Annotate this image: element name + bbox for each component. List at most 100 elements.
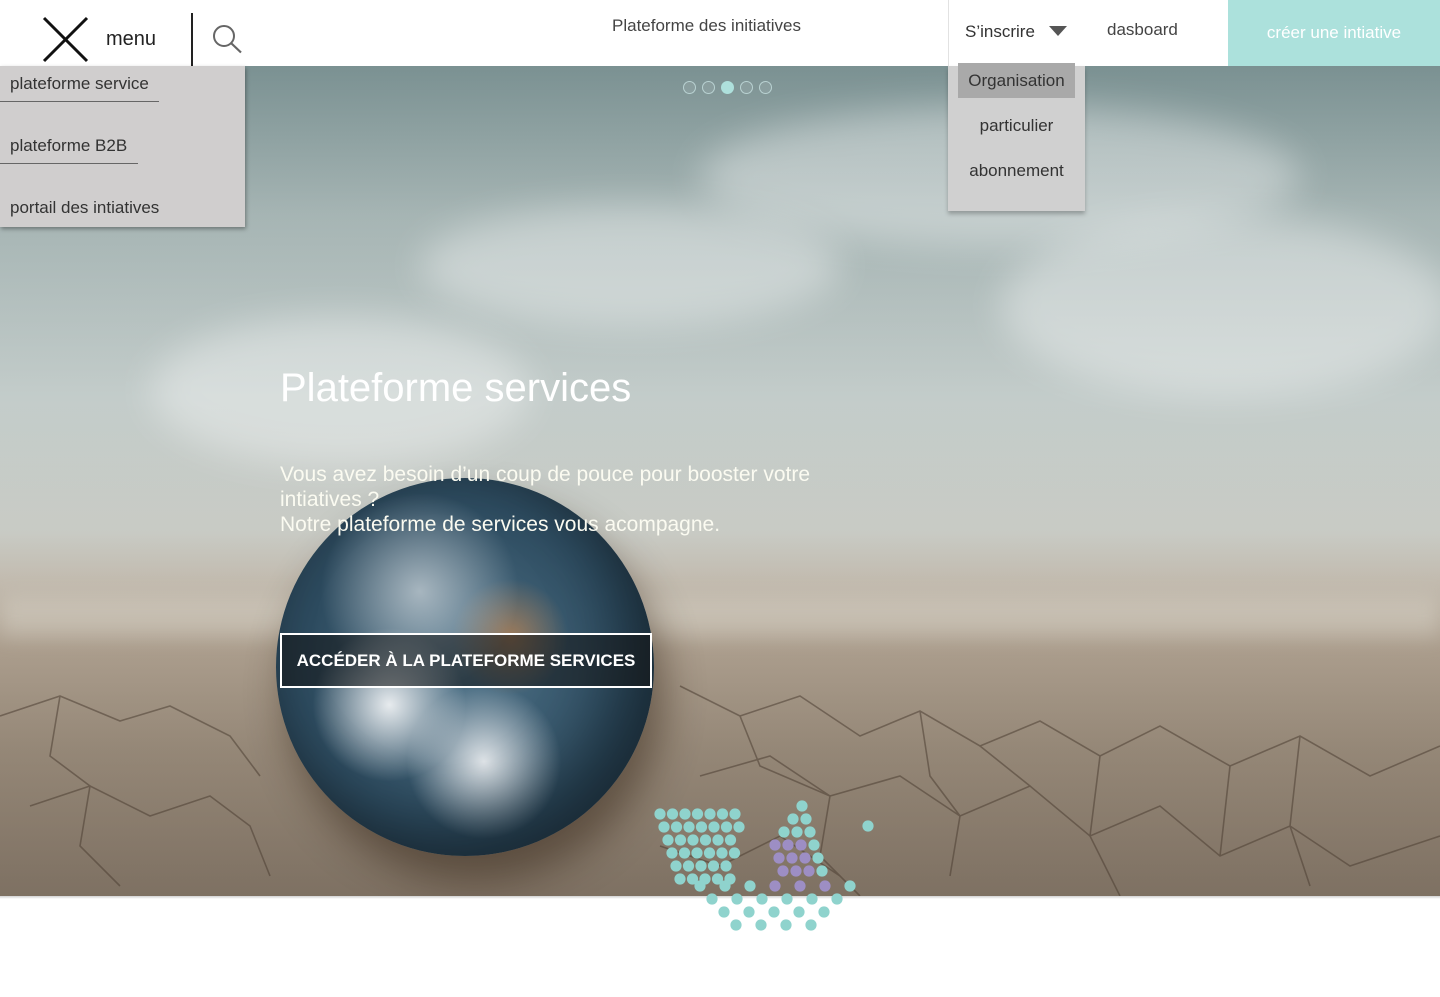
logo-dot — [786, 852, 798, 864]
logo-dot — [718, 906, 730, 918]
logo-dot — [795, 839, 807, 851]
logo-dot — [695, 860, 707, 872]
logo-dot — [670, 821, 683, 833]
header-divider — [191, 13, 193, 66]
side-menu-item-plateforme-service[interactable]: plateforme service — [10, 74, 149, 94]
logo-dot — [730, 919, 742, 931]
side-menu-underline — [0, 163, 138, 164]
signup-label: S’inscrire — [965, 22, 1035, 41]
logo-dot — [683, 821, 695, 833]
close-icon[interactable] — [40, 15, 90, 65]
slide-dot-1[interactable] — [683, 81, 696, 94]
logo-dot — [743, 906, 755, 918]
cloud — [1000, 216, 1440, 396]
logo-dot — [769, 880, 781, 892]
logo-dot — [862, 820, 874, 832]
logo-dot — [744, 880, 756, 892]
logo-dot — [793, 906, 805, 918]
access-services-button[interactable]: ACCÉDER À LA PLATEFORME SERVICES — [280, 633, 652, 688]
logo-dot — [716, 847, 728, 859]
logo-dot — [799, 852, 811, 864]
logo-dot — [666, 808, 679, 820]
signup-dropdown-menu: Organisation particulier abonnement — [948, 63, 1085, 211]
logo-dot — [816, 865, 828, 877]
logo-dot — [778, 826, 790, 838]
slide-dot-2[interactable] — [702, 81, 715, 94]
logo-dot — [662, 834, 674, 846]
logo-dot — [791, 826, 803, 838]
logo-dot — [679, 808, 691, 820]
logo-dot — [805, 919, 817, 931]
logo-dot — [731, 893, 743, 905]
logo-dot — [678, 847, 691, 859]
logo-dot — [720, 860, 732, 872]
logo-dot — [796, 800, 808, 812]
slide-dot-3[interactable] — [721, 81, 734, 94]
logo-dot — [670, 860, 682, 872]
logo-dot — [773, 852, 785, 864]
logo-dot — [800, 813, 812, 825]
side-menu-panel: plateforme service plateforme B2B portai… — [0, 66, 245, 227]
logo-dot — [756, 893, 768, 905]
logo-dot — [720, 821, 733, 833]
logo-dot — [695, 821, 708, 833]
hero-description: Vous avez besoin d’un coup de pouce pour… — [280, 462, 860, 537]
hero-description-line: Notre plateforme de services vous acompa… — [280, 513, 721, 536]
logo-dot — [706, 893, 718, 905]
logo-dot — [724, 834, 737, 846]
search-icon[interactable] — [211, 24, 243, 54]
logo-dot — [818, 906, 830, 918]
logo-dot — [694, 880, 706, 892]
logo-dot — [691, 808, 704, 820]
side-menu-underline — [0, 101, 159, 102]
logo-dot — [699, 834, 712, 846]
cloud — [420, 206, 840, 326]
logo-dot — [768, 906, 780, 918]
side-menu-item-plateforme-b2b[interactable]: plateforme B2B — [10, 136, 127, 156]
logo-dot — [707, 860, 720, 872]
logo-dot — [780, 919, 792, 931]
logo-dot — [804, 826, 816, 838]
logo-dot — [790, 865, 802, 877]
brand-logo-dots — [654, 800, 874, 931]
site-title: Plateforme des initiatives — [612, 16, 801, 35]
logo-dot — [803, 865, 815, 877]
dropdown-item-organisation[interactable]: Organisation — [958, 63, 1075, 98]
logo-dot — [682, 860, 695, 872]
slide-pager — [683, 81, 772, 94]
logo-dot — [755, 919, 767, 931]
logo-dot — [658, 821, 670, 833]
dropdown-item-particulier[interactable]: particulier — [958, 108, 1075, 143]
logo-dot — [781, 893, 793, 905]
logo-dot — [704, 808, 716, 820]
logo-dot — [812, 852, 824, 864]
logo-dot — [674, 834, 687, 846]
hero-description-line: Vous avez besoin d’un coup de pouce pour… — [280, 463, 811, 511]
side-menu-item-portail-initiatives[interactable]: portail des intiatives — [10, 198, 159, 218]
logo-dot — [703, 847, 716, 859]
caret-down-icon — [1049, 26, 1067, 36]
logo-dot — [691, 847, 703, 859]
logo-dot — [806, 893, 818, 905]
logo-dot — [666, 847, 678, 859]
top-header: menu Plateforme des initiatives S’inscri… — [0, 0, 1440, 66]
logo-dot — [808, 839, 820, 851]
logo-dot — [687, 834, 699, 846]
dashboard-link[interactable]: dasboard — [1107, 20, 1178, 40]
logo-dot — [769, 839, 781, 851]
create-initiative-button[interactable]: créer une intiative — [1228, 0, 1440, 66]
logo-dot — [819, 880, 831, 892]
menu-label[interactable]: menu — [106, 28, 156, 51]
logo-dot — [728, 847, 741, 859]
logo-dot — [733, 821, 745, 833]
slide-dot-5[interactable] — [759, 81, 772, 94]
logo-dot — [831, 893, 843, 905]
slide-dot-4[interactable] — [740, 81, 753, 94]
logo-dot — [654, 808, 666, 820]
dropdown-item-abonnement[interactable]: abonnement — [958, 153, 1075, 188]
logo-dot — [844, 880, 856, 892]
logo-dot — [777, 865, 789, 877]
signup-dropdown-toggle[interactable]: S’inscrire — [948, 0, 1085, 66]
logo-dot — [716, 808, 729, 820]
logo-dot — [708, 821, 720, 833]
